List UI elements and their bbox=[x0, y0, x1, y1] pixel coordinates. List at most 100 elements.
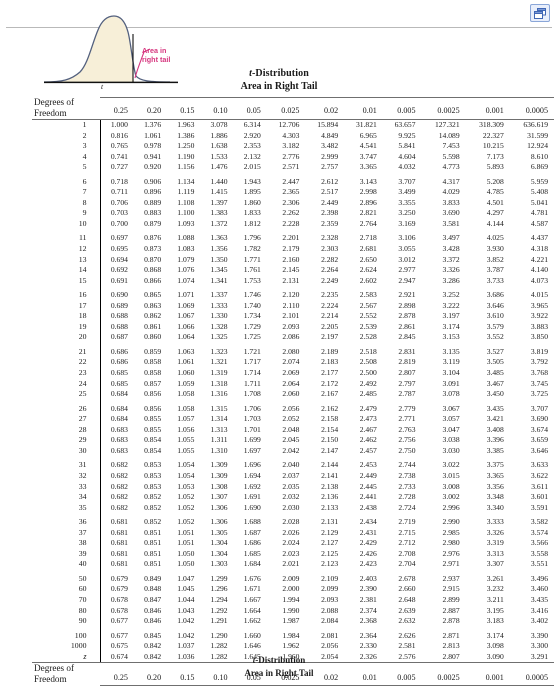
cell-df90-a0.0025: 2.878 bbox=[442, 616, 460, 626]
cell-df27-a0.15: 1.057 bbox=[177, 414, 195, 424]
cell-df1-a0.02: 15.894 bbox=[317, 120, 339, 129]
cell-df32-a0.25: 0.682 bbox=[110, 470, 128, 480]
cell-df35-a0.02: 2.133 bbox=[321, 502, 339, 512]
cell-df12-a0.005: 3.055 bbox=[398, 244, 416, 254]
cell-df17-a0.20: 0.863 bbox=[144, 300, 162, 310]
cell-df4-a0.20: 0.941 bbox=[144, 151, 162, 161]
cell-df40-a0.0025: 2.971 bbox=[442, 559, 460, 569]
cell-df5-a0.01: 3.365 bbox=[359, 162, 377, 172]
cell-df26-a0.05: 1.706 bbox=[243, 403, 261, 413]
cell-df12-a0.025: 2.179 bbox=[282, 244, 300, 254]
cell-df20-a0.20: 0.860 bbox=[144, 332, 162, 342]
cell-df12-a0.15: 1.083 bbox=[177, 244, 195, 254]
table-row: 90 0.677 0.846 1.042 1.291 1.662 1.987 2.084 2.3… bbox=[32, 616, 554, 627]
cell-df37-a0.0025: 2.985 bbox=[442, 527, 460, 537]
table-row: 5 0.727 0.920 1.156 1.476 2.015 2.571 2.757 3.36… bbox=[32, 162, 554, 173]
cell-df38-a0.20: 0.851 bbox=[144, 538, 162, 548]
df-label-80: 80 bbox=[32, 605, 101, 617]
cell-df22-a0.0025: 3.119 bbox=[442, 357, 460, 367]
cell-df30-a0.01: 2.457 bbox=[359, 445, 377, 455]
cell-df26-a0.15: 1.058 bbox=[177, 403, 195, 413]
cell-df19-a0.10: 1.328 bbox=[210, 321, 228, 331]
cell-df21-a0.0005: 3.819 bbox=[530, 346, 548, 356]
alpha-col-header-0_20: 0.20 bbox=[146, 106, 162, 116]
cell-df36-a0.20: 0.852 bbox=[144, 517, 162, 527]
cell-df16-a0.02: 2.235 bbox=[321, 290, 339, 300]
df-label-20: 20 bbox=[32, 332, 101, 343]
cell-df22-a0.20: 0.858 bbox=[144, 357, 162, 367]
alpha-col-header-0_15: 0.15 bbox=[180, 106, 195, 116]
cell-df28-a0.10: 1.313 bbox=[210, 424, 228, 434]
cell-df37-a0.025: 2.026 bbox=[282, 527, 300, 537]
cell-df50-a0.15: 1.047 bbox=[177, 573, 195, 583]
degrees-of-freedom-stub: Degrees of Freedom bbox=[32, 97, 100, 119]
cell-df19-a0.02: 2.205 bbox=[321, 321, 339, 331]
cell-df38-a0.0025: 2.980 bbox=[442, 538, 460, 548]
cell-df2-a0.0025: 14.089 bbox=[438, 130, 460, 140]
cell-df3-a0.20: 0.978 bbox=[144, 141, 162, 151]
cell-df90-a0.01: 2.368 bbox=[359, 616, 377, 626]
cell-df21-a0.05: 1.721 bbox=[243, 346, 261, 356]
cell-df16-a0.0025: 3.252 bbox=[442, 290, 460, 300]
cell-df37-a0.25: 0.681 bbox=[110, 527, 128, 537]
cell-df17-a0.15: 1.069 bbox=[177, 300, 195, 310]
cell-df19-a0.025: 2.093 bbox=[282, 321, 300, 331]
cell-df35-a0.025: 2.030 bbox=[282, 502, 300, 512]
cell-df28-a0.025: 2.048 bbox=[282, 424, 300, 434]
cell-df10-a0.05: 1.812 bbox=[243, 218, 261, 228]
cell-df4-a0.05: 2.132 bbox=[243, 151, 261, 161]
cell-df50-a0.05: 1.676 bbox=[243, 573, 261, 583]
alpha-col-header-0_05: 0.05 bbox=[246, 106, 261, 116]
df-label-18: 18 bbox=[32, 311, 101, 322]
cell-df8-a0.01: 2.896 bbox=[359, 197, 377, 207]
restore-window-icon[interactable] bbox=[530, 4, 550, 22]
cell-df34-a0.0025: 3.002 bbox=[442, 492, 460, 502]
cell-df37-a0.02: 2.129 bbox=[321, 527, 339, 537]
cell-df32-a0.025: 2.037 bbox=[282, 470, 300, 480]
cell-df90-a0.20: 0.846 bbox=[144, 616, 162, 626]
cell-df38-a0.10: 1.304 bbox=[210, 538, 228, 548]
cell-df33-a0.001: 3.356 bbox=[486, 481, 504, 491]
cell-df7-a0.15: 1.119 bbox=[177, 187, 195, 197]
cell-df39-a0.001: 3.313 bbox=[486, 548, 504, 558]
cell-df13-a0.01: 2.650 bbox=[359, 254, 377, 264]
cell-df30-a0.0025: 3.030 bbox=[442, 445, 460, 455]
df-label-26: 26 bbox=[32, 403, 101, 415]
cell-df50-a0.01: 2.403 bbox=[359, 573, 377, 583]
cell-df20-a0.005: 2.845 bbox=[398, 332, 416, 342]
cell-df34-a0.01: 2.441 bbox=[359, 492, 377, 502]
cell-df3-a0.10: 1.638 bbox=[210, 141, 228, 151]
cell-df6-a0.25: 0.718 bbox=[110, 176, 128, 186]
cell-df15-a0.05: 1.753 bbox=[243, 275, 261, 285]
cell-df50-a0.25: 0.679 bbox=[110, 573, 128, 583]
cell-df4-a0.10: 1.533 bbox=[210, 151, 228, 161]
cell-df26-a0.25: 0.684 bbox=[110, 403, 128, 413]
cell-df3-a0.001: 10.215 bbox=[482, 141, 504, 151]
cell-df8-a0.0005: 5.041 bbox=[530, 197, 548, 207]
cell-df11-a0.025: 2.201 bbox=[282, 233, 300, 243]
cell-df16-a0.15: 1.071 bbox=[177, 290, 195, 300]
cell-df32-a0.001: 3.365 bbox=[486, 470, 504, 480]
cell-df34-a0.001: 3.348 bbox=[486, 492, 504, 502]
cell-df28-a0.25: 0.683 bbox=[110, 424, 128, 434]
df-label-28: 28 bbox=[32, 424, 101, 436]
cell-df7-a0.02: 2.517 bbox=[321, 187, 339, 197]
cell-df60-a0.025: 2.000 bbox=[282, 584, 300, 594]
cell-df24-a0.05: 1.711 bbox=[244, 378, 261, 388]
cell-df23-a0.025: 2.069 bbox=[282, 368, 300, 378]
cell-df12-a0.01: 2.681 bbox=[359, 244, 377, 254]
df-label-8: 8 bbox=[32, 197, 101, 209]
cell-df13-a0.005: 3.012 bbox=[398, 254, 416, 264]
cell-df2-a0.15: 1.386 bbox=[177, 130, 195, 140]
table-row: 14 0.692 0.868 1.076 1.345 1.761 2.145 2.264 2.6… bbox=[32, 265, 554, 276]
cell-df9-a0.01: 2.821 bbox=[359, 208, 377, 218]
cell-df31-a0.0025: 3.022 bbox=[442, 460, 460, 470]
cell-df60-a0.15: 1.045 bbox=[177, 584, 195, 594]
cell-df10-a0.005: 3.169 bbox=[398, 218, 416, 228]
table-row: 27 0.684 0.855 1.057 1.314 1.703 2.052 2.158 2.4… bbox=[32, 414, 554, 425]
table-row: 16 0.690 0.865 1.071 1.337 1.746 2.120 2.235 2.5… bbox=[32, 290, 554, 301]
cell-df2-a0.10: 1.886 bbox=[210, 130, 228, 140]
cell-df1000-a0.01: 2.330 bbox=[359, 641, 377, 651]
df-label-100: 100 bbox=[32, 630, 101, 642]
cell-df37-a0.20: 0.851 bbox=[144, 527, 162, 537]
